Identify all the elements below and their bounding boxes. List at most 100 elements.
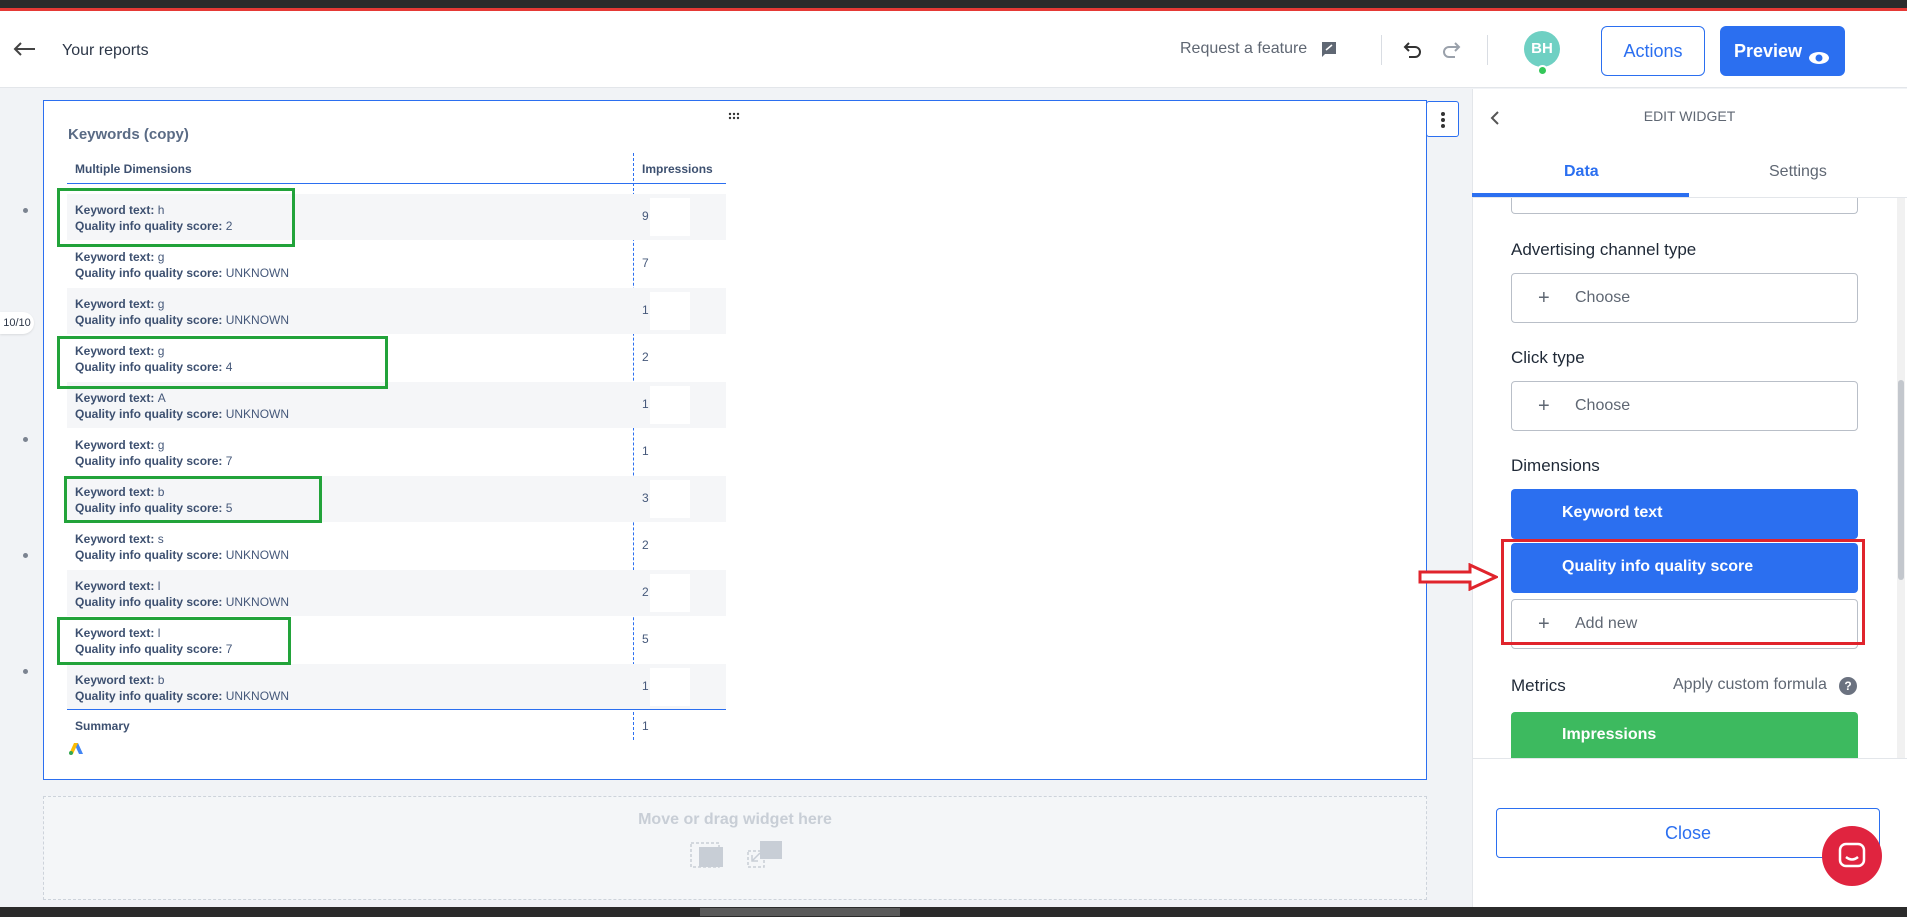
click-type-label: Click type bbox=[1511, 348, 1585, 367]
redacted-area bbox=[650, 198, 690, 236]
widget-drop-zone[interactable]: Move or drag widget here bbox=[43, 796, 1427, 900]
drop-widget-icon bbox=[690, 842, 723, 868]
horizontal-scrollbar[interactable] bbox=[700, 908, 900, 916]
annotation-red-box bbox=[1501, 539, 1865, 645]
metric-label: Impressions bbox=[1562, 726, 1657, 743]
impressions-value: 7 bbox=[642, 256, 649, 270]
previous-filter-field[interactable] bbox=[1511, 198, 1858, 214]
table-row: Keyword text: g Quality info quality scor… bbox=[67, 288, 726, 334]
choose-label: Choose bbox=[1575, 397, 1631, 414]
advertising-channel-choose[interactable]: + Choose bbox=[1511, 273, 1858, 323]
page-indicator: 10/10 bbox=[0, 312, 34, 334]
undo-icon[interactable] bbox=[1400, 39, 1424, 61]
column-header-dimensions[interactable]: Multiple Dimensions bbox=[75, 162, 192, 176]
kebab-dot bbox=[1441, 118, 1445, 122]
dimensions-label: Dimensions bbox=[1511, 456, 1600, 475]
drop-zone-label: Move or drag widget here bbox=[638, 811, 832, 828]
redacted-area bbox=[650, 245, 690, 283]
keyword-text-cell: Keyword text: g bbox=[75, 438, 164, 452]
table-row: Keyword text: g Quality info quality scor… bbox=[67, 241, 726, 287]
quality-score-cell: Quality info quality score: UNKNOWN bbox=[75, 689, 289, 703]
drag-handle-icon[interactable] bbox=[728, 112, 740, 120]
panel-scrollbar-thumb[interactable] bbox=[1898, 380, 1904, 580]
impressions-value: 2 bbox=[642, 350, 649, 364]
metric-impressions[interactable]: Impressions bbox=[1511, 712, 1858, 758]
summary-divider bbox=[67, 709, 726, 710]
keyword-text-cell: Keyword text: g bbox=[75, 250, 164, 264]
back-arrow-icon[interactable] bbox=[12, 39, 38, 59]
impressions-value: 3 bbox=[642, 491, 649, 505]
tab-data[interactable]: Data bbox=[1564, 163, 1599, 181]
keyword-text-label: Keyword text: bbox=[75, 391, 158, 405]
back-to-reports-link[interactable]: Your reports bbox=[62, 42, 149, 60]
redacted-area bbox=[650, 668, 690, 706]
quality-score-value: UNKNOWN bbox=[225, 266, 290, 280]
quality-score-value: UNKNOWN bbox=[225, 595, 290, 609]
plus-icon: + bbox=[1538, 395, 1550, 417]
help-icon[interactable]: ? bbox=[1839, 677, 1857, 695]
impressions-value: 2 bbox=[642, 538, 649, 552]
keyword-text-cell: Keyword text: s bbox=[75, 532, 164, 546]
keyword-text-value: l bbox=[157, 579, 161, 593]
user-avatar[interactable]: BH bbox=[1524, 31, 1560, 67]
advertising-channel-label: Advertising channel type bbox=[1511, 240, 1697, 259]
impressions-value: 5 bbox=[642, 632, 649, 646]
quality-score-label: Quality info quality score: bbox=[75, 407, 226, 421]
table-row: Keyword text: b Quality info quality scor… bbox=[67, 664, 726, 710]
quality-score-cell: Quality info quality score: UNKNOWN bbox=[75, 407, 289, 421]
tab-settings[interactable]: Settings bbox=[1769, 163, 1827, 181]
kebab-dot bbox=[1441, 124, 1445, 128]
quality-score-value: UNKNOWN bbox=[225, 689, 290, 703]
table-row: Keyword text: s Quality info quality scor… bbox=[67, 523, 726, 569]
panel-footer-divider bbox=[1472, 758, 1907, 759]
keyword-text-label: Keyword text: bbox=[75, 297, 158, 311]
quality-score-label: Quality info quality score: bbox=[75, 454, 226, 468]
feedback-icon[interactable] bbox=[1320, 40, 1338, 58]
section-dot[interactable] bbox=[23, 553, 28, 558]
column-header-impressions[interactable]: Impressions bbox=[642, 162, 713, 176]
header-divider bbox=[1381, 35, 1382, 65]
dimension-keyword-text[interactable]: Keyword text bbox=[1511, 489, 1858, 539]
redacted-area bbox=[650, 574, 690, 612]
quality-score-label: Quality info quality score: bbox=[75, 313, 226, 327]
quality-score-cell: Quality info quality score: UNKNOWN bbox=[75, 548, 289, 562]
impressions-value: 2 bbox=[642, 585, 649, 599]
section-dot[interactable] bbox=[23, 669, 28, 674]
keyword-text-cell: Keyword text: g bbox=[75, 297, 164, 311]
choose-label: Choose bbox=[1575, 289, 1631, 306]
metrics-label: Metrics bbox=[1511, 676, 1566, 695]
impressions-value: 1 bbox=[642, 303, 649, 317]
top-dark-strip bbox=[0, 0, 1907, 8]
online-status-dot bbox=[1537, 65, 1548, 76]
plus-icon: + bbox=[1538, 287, 1550, 309]
app-header: Your reports Request a feature BH Action… bbox=[0, 11, 1907, 88]
quality-score-label: Quality info quality score: bbox=[75, 266, 226, 280]
section-dot[interactable] bbox=[23, 437, 28, 442]
redacted-area bbox=[650, 621, 690, 659]
apply-custom-formula-link[interactable]: Apply custom formula bbox=[1673, 676, 1827, 694]
keyword-text-cell: Keyword text: A bbox=[75, 391, 166, 405]
summary-value: 1 bbox=[642, 719, 649, 733]
redacted-area bbox=[650, 386, 690, 424]
redacted-area bbox=[650, 339, 690, 377]
quality-score-cell: Quality info quality score: 7 bbox=[75, 454, 232, 468]
redo-icon[interactable] bbox=[1440, 39, 1464, 61]
table-row: Keyword text: g Quality info quality scor… bbox=[67, 429, 726, 475]
impressions-value: 1 bbox=[642, 679, 649, 693]
click-type-choose[interactable]: + Choose bbox=[1511, 381, 1858, 431]
widget-menu-button[interactable] bbox=[1426, 101, 1459, 137]
request-feature-link[interactable]: Request a feature bbox=[1180, 40, 1307, 58]
keyword-text-cell: Keyword text: b bbox=[75, 673, 164, 687]
annotation-arrow-icon bbox=[1418, 563, 1498, 591]
actions-button[interactable]: Actions bbox=[1601, 26, 1705, 76]
impressions-value: 9 bbox=[642, 209, 649, 223]
quality-score-cell: Quality info quality score: UNKNOWN bbox=[75, 266, 289, 280]
highlight-box bbox=[57, 336, 388, 389]
quality-score-value: UNKNOWN bbox=[225, 548, 290, 562]
redacted-area bbox=[650, 433, 690, 471]
summary-label: Summary bbox=[75, 719, 130, 733]
keyword-text-cell: Keyword text: l bbox=[75, 579, 160, 593]
section-dot[interactable] bbox=[23, 208, 28, 213]
keyword-text-label: Keyword text: bbox=[75, 250, 158, 264]
dimension-label: Keyword text bbox=[1562, 504, 1663, 521]
